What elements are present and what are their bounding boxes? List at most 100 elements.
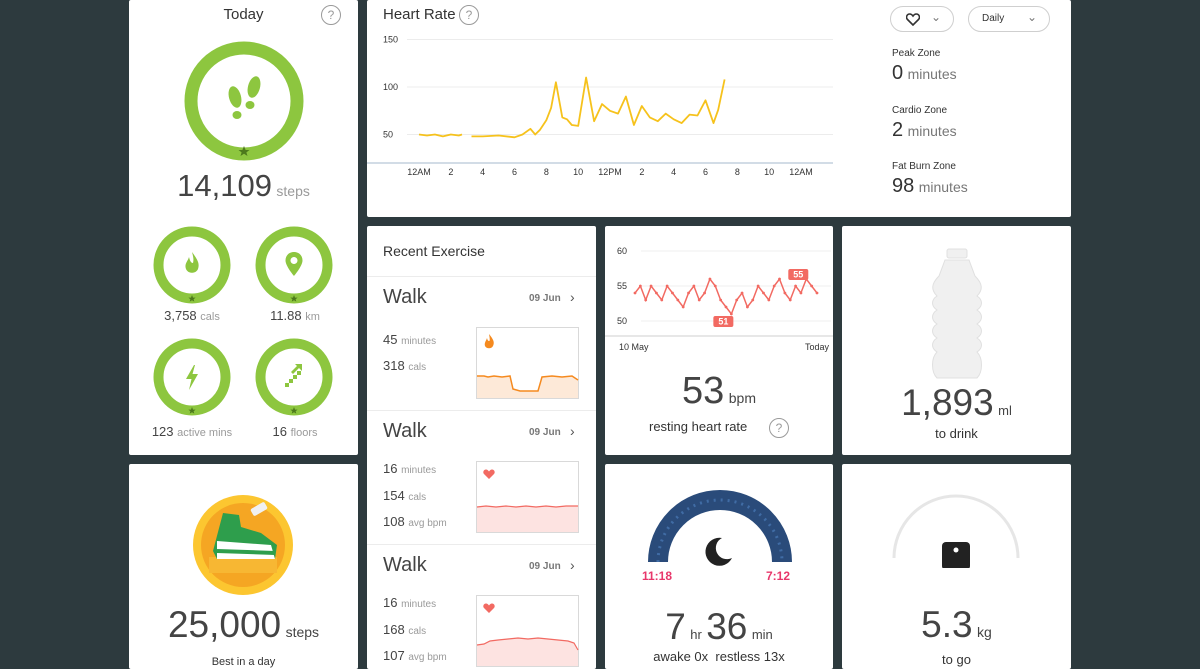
data-point bbox=[655, 291, 658, 295]
water-bottle-icon bbox=[932, 248, 982, 379]
y-tick-label: 50 bbox=[383, 130, 393, 140]
x-tick-label: Today bbox=[805, 342, 830, 352]
heart-filter-dropdown[interactable]: ⌄ bbox=[890, 6, 954, 32]
stat-value: 107 bbox=[383, 648, 405, 663]
water-value: 1,893 bbox=[901, 382, 994, 423]
exercise-heart-chart bbox=[476, 461, 579, 533]
zone-unit: minutes bbox=[907, 66, 957, 82]
chevron-down-icon: ⌄ bbox=[931, 10, 942, 24]
fat-burn-zone: Fat Burn Zone 98 minutes bbox=[892, 161, 968, 198]
weight-label: to go bbox=[942, 652, 971, 667]
resting-heart-rate-chart: 60 55 50 51 55 10 May Today bbox=[605, 246, 833, 352]
exercise-name: Walk bbox=[383, 420, 427, 442]
stat-unit: cals bbox=[408, 491, 427, 503]
period-dropdown[interactable]: Daily ⌄ bbox=[968, 6, 1050, 32]
sleep-card[interactable]: 11:18 7:12 7 hr 36 min awake 0x restless… bbox=[605, 464, 833, 669]
distance-unit: km bbox=[305, 311, 320, 323]
help-icon[interactable]: ? bbox=[459, 5, 479, 25]
x-tick-label: 10 bbox=[764, 167, 774, 177]
data-point bbox=[697, 298, 701, 302]
sleep-start: 11:18 bbox=[642, 569, 673, 583]
zone-label: Cardio Zone bbox=[892, 105, 948, 116]
sleep-gauge bbox=[648, 490, 792, 566]
data-point bbox=[746, 305, 749, 309]
heart-rate-chart[interactable]: 150 100 50 12AM 2 4 6 8 10 12PM 2 4 6 8 10 12AM bbox=[367, 30, 847, 190]
badge-card[interactable]: 25,000 steps Best in a day bbox=[129, 464, 358, 669]
chevron-right-icon[interactable]: › bbox=[570, 557, 575, 573]
y-tick-label: 50 bbox=[617, 316, 627, 326]
steps-unit: steps bbox=[276, 183, 310, 199]
exercise-item[interactable]: Walk 09 Jun › 16 minutes 168 cals 107 av… bbox=[367, 545, 596, 669]
chevron-right-icon[interactable]: › bbox=[570, 289, 575, 305]
data-point bbox=[713, 284, 717, 288]
data-point bbox=[767, 298, 771, 302]
distance-value: 11.88 bbox=[270, 308, 302, 323]
data-point bbox=[751, 298, 755, 302]
data-point bbox=[708, 277, 712, 281]
exercise-date: 09 Jun bbox=[529, 427, 561, 438]
exercise-item[interactable]: Walk 09 Jun › 45 minutes 318 cals bbox=[367, 277, 596, 411]
zone-value: 0 bbox=[892, 62, 904, 84]
x-tick-label: 12AM bbox=[407, 167, 431, 177]
calories-value: 3,758 bbox=[164, 308, 197, 323]
resting-heart-line bbox=[634, 277, 818, 316]
x-tick-label: 8 bbox=[735, 167, 740, 177]
resting-value: 53 bbox=[682, 370, 725, 412]
data-point bbox=[692, 284, 696, 288]
exercise-item[interactable]: Walk 09 Jun › 16 minutes 154 cals 108 av… bbox=[367, 411, 596, 545]
weight-card[interactable]: 5.3 kg to go bbox=[842, 464, 1071, 669]
x-tick-label: 6 bbox=[512, 167, 517, 177]
sleep-restless: restless 13x bbox=[715, 649, 785, 664]
x-tick-label: 2 bbox=[639, 167, 644, 177]
data-point bbox=[665, 284, 669, 288]
resting-unit: bpm bbox=[728, 390, 756, 406]
water-card[interactable]: 1,893 ml to drink bbox=[842, 226, 1071, 455]
x-tick-label: 12PM bbox=[598, 167, 622, 177]
exercise-name: Walk bbox=[383, 554, 427, 576]
data-point bbox=[676, 298, 680, 302]
zone-unit: minutes bbox=[918, 179, 968, 195]
floors-ring[interactable] bbox=[255, 338, 333, 416]
x-tick-label: 12AM bbox=[789, 167, 813, 177]
y-tick-label: 55 bbox=[617, 281, 627, 291]
weight-value: 5.3 bbox=[921, 604, 973, 645]
exercise-date: 09 Jun bbox=[529, 561, 561, 572]
x-tick-label: 8 bbox=[544, 167, 549, 177]
data-point bbox=[794, 284, 797, 288]
data-point bbox=[729, 312, 733, 316]
resting-label: resting heart rate bbox=[649, 419, 748, 434]
distance-ring[interactable] bbox=[255, 226, 333, 304]
recent-exercise-card: Recent Exercise Walk 09 Jun › 45 minutes… bbox=[367, 226, 596, 669]
stat-value: 154 bbox=[383, 487, 405, 503]
data-point bbox=[724, 305, 728, 309]
exercise-date: 09 Jun bbox=[529, 293, 561, 304]
exercise-name: Walk bbox=[383, 286, 427, 308]
calories-ring[interactable] bbox=[153, 226, 231, 304]
chevron-right-icon[interactable]: › bbox=[570, 423, 575, 439]
sleep-awake: awake 0x bbox=[653, 649, 709, 664]
resting-heart-rate-card[interactable]: 60 55 50 51 55 10 May Today 53 bpm resting hea… bbox=[605, 226, 833, 455]
cardio-zone: Cardio Zone 2 minutes bbox=[892, 105, 957, 142]
help-icon[interactable]: ? bbox=[321, 5, 341, 25]
zone-label: Fat Burn Zone bbox=[892, 161, 956, 172]
location-pin-icon bbox=[285, 252, 303, 276]
data-point bbox=[735, 298, 739, 302]
badge-unit: steps bbox=[285, 624, 320, 640]
help-icon[interactable]: ? bbox=[769, 418, 789, 438]
steps-value: 14,109 bbox=[177, 168, 272, 203]
sleep-mins: 36 bbox=[706, 606, 748, 647]
active-minutes-ring[interactable] bbox=[153, 338, 231, 416]
sleep-mins-unit: min bbox=[751, 627, 773, 642]
x-tick-label: 4 bbox=[671, 167, 676, 177]
steps-ring[interactable] bbox=[183, 40, 305, 162]
stat-value: 108 bbox=[383, 514, 405, 529]
annotation-label: 51 bbox=[718, 317, 728, 327]
data-point bbox=[638, 284, 642, 288]
recent-exercise-title: Recent Exercise bbox=[383, 243, 485, 259]
stat-value: 16 bbox=[383, 595, 398, 610]
zone-label: Peak Zone bbox=[892, 48, 941, 59]
data-point bbox=[799, 291, 803, 295]
x-tick-label: 6 bbox=[703, 167, 708, 177]
heart-rate-title: Heart Rate bbox=[383, 6, 456, 23]
data-point bbox=[719, 298, 723, 302]
